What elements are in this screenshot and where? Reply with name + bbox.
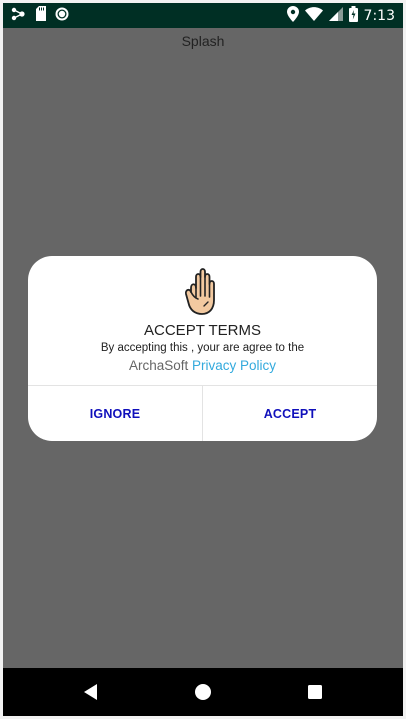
sd-card-icon <box>35 6 47 25</box>
cell-signal-icon <box>328 6 343 25</box>
status-time: 7:13 <box>363 7 395 24</box>
policy-line: ArchaSoft Privacy Policy <box>28 358 377 373</box>
battery-icon <box>348 5 358 26</box>
status-left-icons <box>11 6 69 25</box>
network-icon <box>11 6 27 25</box>
record-icon <box>55 6 69 25</box>
location-icon <box>286 5 299 26</box>
accept-button[interactable]: ACCEPT <box>203 386 377 441</box>
navigation-bar <box>3 668 403 716</box>
privacy-policy-link[interactable]: Privacy Policy <box>192 358 276 373</box>
dialog-message: By accepting this , your are agree to th… <box>100 342 305 354</box>
status-bar: 7:13 <box>3 3 403 28</box>
app-title: Splash <box>181 33 225 49</box>
screen: 7:13 Splash ACCEPT TERMS By accepting th… <box>3 3 403 716</box>
status-right-icons: 7:13 <box>286 5 395 26</box>
ignore-button[interactable]: IGNORE <box>28 386 202 441</box>
raised-hand-icon <box>182 266 222 318</box>
dialog-title: ACCEPT TERMS <box>144 322 261 339</box>
back-icon[interactable] <box>79 680 103 704</box>
recents-icon[interactable] <box>303 680 327 704</box>
wifi-icon <box>304 6 323 25</box>
policy-prefix: ArchaSoft <box>128 358 192 373</box>
home-icon[interactable] <box>191 680 215 704</box>
terms-dialog: ACCEPT TERMS By accepting this , your ar… <box>28 256 377 441</box>
